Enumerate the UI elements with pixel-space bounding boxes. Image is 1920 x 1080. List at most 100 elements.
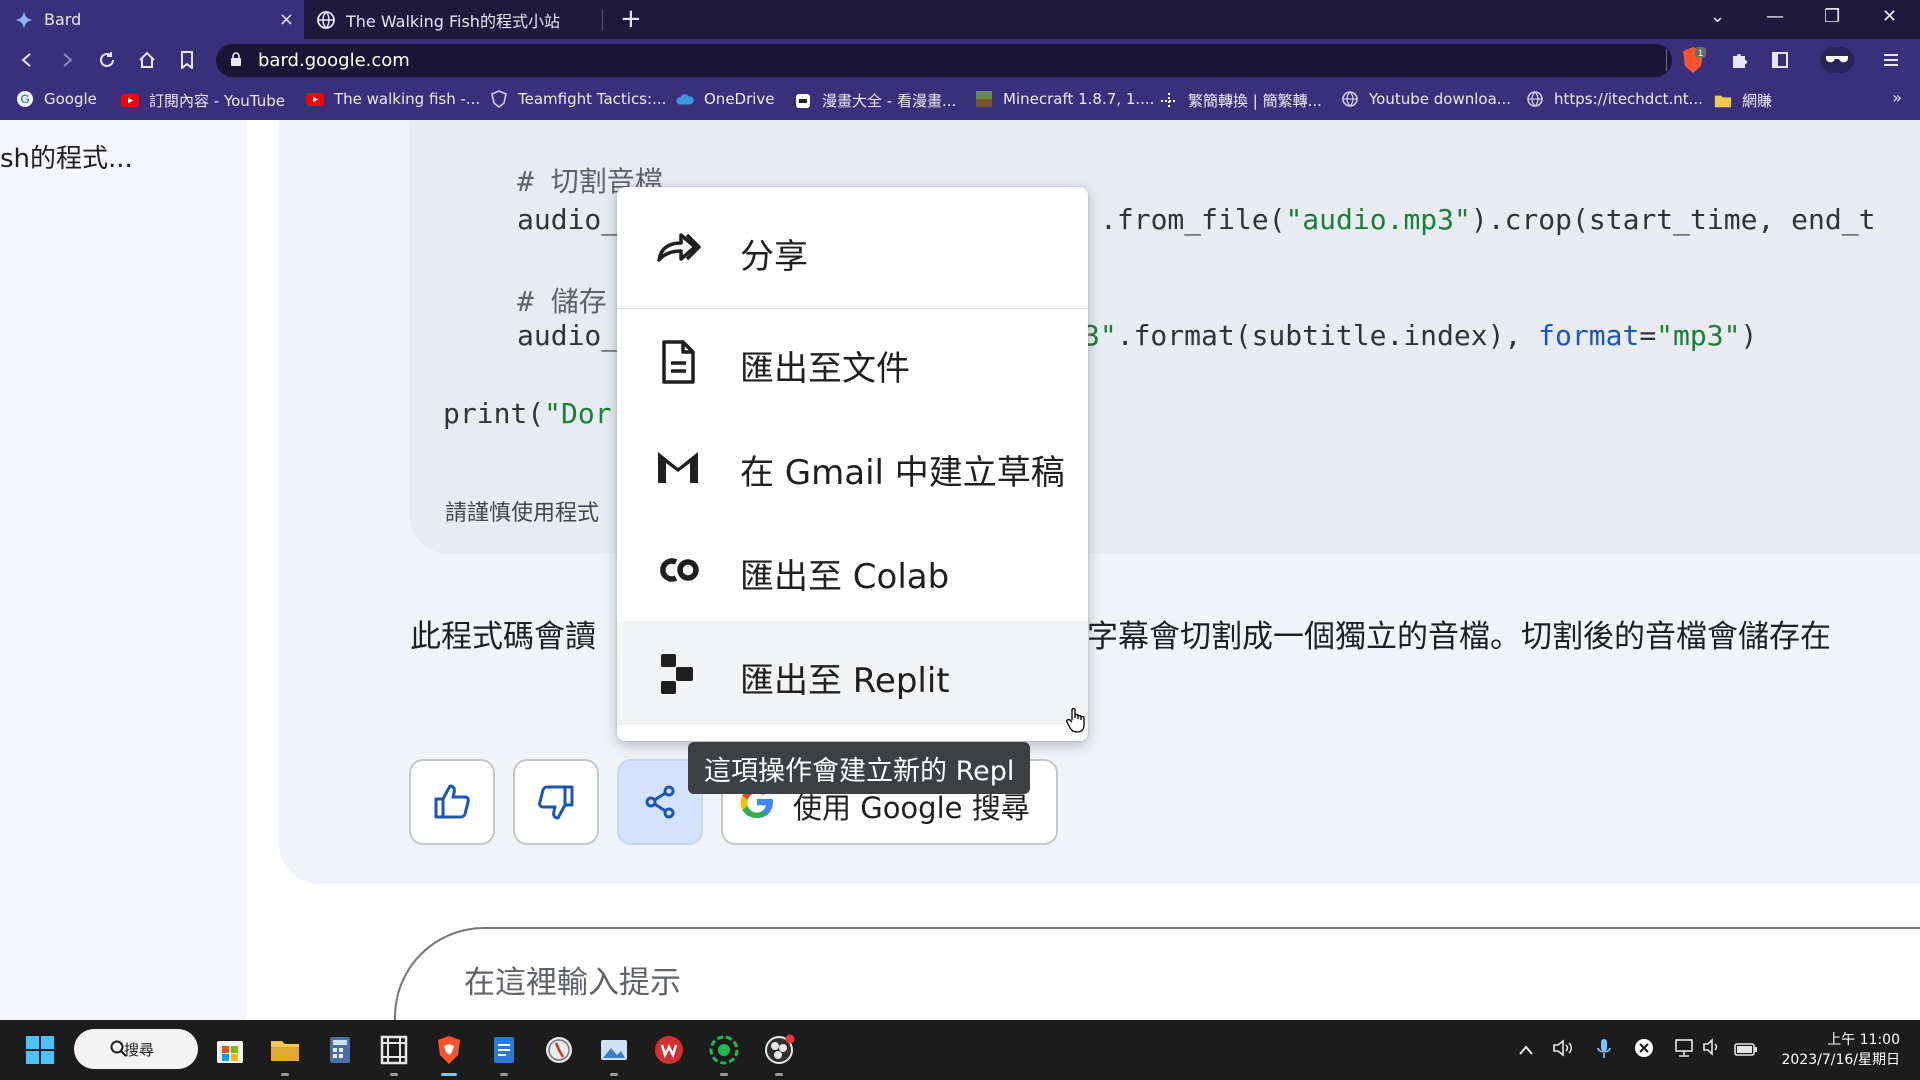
- code-token: .from_file(: [1100, 203, 1286, 236]
- microsoft-store-icon[interactable]: [214, 1034, 246, 1066]
- convert-icon: [1160, 92, 1178, 110]
- thumbs-down-icon: [538, 785, 574, 820]
- home-button[interactable]: [134, 47, 160, 73]
- running-indicator: [720, 1073, 728, 1076]
- wps-office-icon[interactable]: [653, 1034, 685, 1066]
- prompt-input[interactable]: [464, 965, 1464, 1001]
- menu-item-gmail-draft[interactable]: 在 Gmail 中建立草稿: [617, 413, 1088, 517]
- menu-item-label: 匯出至 Colab: [740, 557, 950, 597]
- bookmarks-bar: G Google 訂閱內容 - YouTube The walking fish…: [0, 82, 1920, 120]
- code-line: audio_: [517, 319, 619, 352]
- tray-close-circle-icon[interactable]: [1634, 1038, 1654, 1058]
- tab-separator: [602, 10, 603, 30]
- notepad-icon[interactable]: [488, 1034, 520, 1066]
- code-line: audio_: [517, 203, 619, 236]
- sidebar-toggle-button[interactable]: [1767, 47, 1793, 73]
- code-string: "audio.mp3": [1285, 203, 1471, 236]
- conversation-title[interactable]: sh的程式...: [0, 138, 133, 175]
- screen-recorder-icon[interactable]: [708, 1034, 740, 1066]
- replit-tooltip: 這項操作會建立新的 Repl: [688, 742, 1031, 794]
- compass-app-icon[interactable]: [543, 1034, 575, 1066]
- reload-icon: [100, 52, 114, 67]
- network-icon[interactable]: [1674, 1038, 1696, 1058]
- obs-studio-icon[interactable]: [763, 1034, 795, 1066]
- restore-button[interactable]: ❐: [1824, 6, 1840, 27]
- bookmark-convert[interactable]: 繁簡轉換 | 簡繁轉...: [1160, 90, 1322, 111]
- bookmark-onedrive[interactable]: OneDrive: [676, 90, 775, 108]
- youtube-icon: [306, 90, 324, 108]
- file-explorer-icon[interactable]: [269, 1034, 301, 1066]
- replit-icon: [661, 654, 693, 694]
- share-export-menu: 分享 匯出至文件 在 Gmail 中建立草稿 匯出至 Colab 匯出至 Rep…: [617, 187, 1088, 741]
- brave-shield-icon[interactable]: 1: [1680, 46, 1706, 74]
- reload-button[interactable]: [94, 47, 120, 73]
- globe-icon: [317, 10, 335, 29]
- extensions-button[interactable]: [1727, 47, 1753, 73]
- menu-item-export-replit[interactable]: 匯出至 Replit: [617, 621, 1088, 725]
- taskbar-search[interactable]: 搜尋: [74, 1029, 198, 1069]
- bookmark-label: Teamfight Tactics:...: [518, 90, 667, 108]
- microphone-icon[interactable]: [1596, 1038, 1612, 1060]
- bookmark-button[interactable]: [174, 47, 200, 73]
- back-arrow-icon: [21, 53, 31, 67]
- code-token: =: [1639, 319, 1657, 352]
- video-editor-icon[interactable]: [378, 1034, 410, 1066]
- bookmark-folder-earn[interactable]: 網賺: [1714, 90, 1772, 111]
- bookmark-teamfight-tactics[interactable]: Teamfight Tactics:...: [490, 90, 666, 108]
- tab-title: The Walking Fish的程式小站: [346, 11, 560, 31]
- google-icon: G: [16, 90, 34, 108]
- bookmark-walking-fish[interactable]: The walking fish -...: [306, 90, 480, 108]
- running-indicator: [775, 1073, 783, 1076]
- bookmark-itechdct[interactable]: https://itechdct.nt...: [1526, 90, 1703, 108]
- thumbs-up-icon: [434, 784, 470, 819]
- menu-item-share[interactable]: 分享: [617, 187, 1088, 307]
- code-line: print("Dor: [443, 397, 612, 430]
- bookmark-google[interactable]: G Google: [16, 90, 97, 108]
- speaker-icon[interactable]: [1552, 1038, 1574, 1058]
- code-token: ).crop(start_time, end_t: [1470, 203, 1876, 236]
- profile-button[interactable]: [1820, 47, 1854, 73]
- brave-browser-icon[interactable]: [433, 1034, 465, 1066]
- menu-item-export-colab[interactable]: 匯出至 Colab: [617, 517, 1088, 621]
- bookmark-label: The walking fish -...: [334, 90, 481, 108]
- bookmark-manga[interactable]: 漫畫大全 - 看漫畫...: [794, 90, 956, 111]
- tray-overflow-chevron-icon[interactable]: [1518, 1044, 1534, 1056]
- share-arrow-icon: [657, 233, 701, 262]
- conversation-sidebar: sh的程式...: [0, 120, 246, 1020]
- tab-bard[interactable]: Bard ×: [0, 0, 304, 39]
- bookmark-label: 訂閱內容 - YouTube: [149, 92, 285, 110]
- tab-search-dropdown-icon[interactable]: ⌄: [1710, 6, 1725, 27]
- taskbar-clock[interactable]: 上午 11:00 2023/7/16/星期日: [1781, 1030, 1900, 1070]
- close-window-button[interactable]: ✕: [1882, 6, 1897, 27]
- thumbs-up-button[interactable]: [409, 759, 495, 845]
- code-string: "Dor: [544, 397, 612, 430]
- new-tab-button[interactable]: +: [620, 4, 642, 34]
- bookmark-label: OneDrive: [704, 90, 775, 108]
- forward-button[interactable]: [54, 47, 80, 73]
- svg-text:G: G: [20, 92, 29, 106]
- calculator-icon[interactable]: [324, 1034, 356, 1066]
- running-indicator: [500, 1073, 508, 1076]
- minimize-button[interactable]: —: [1766, 6, 1784, 27]
- bookmark-youtube-download[interactable]: Youtube downloa...: [1341, 90, 1511, 108]
- image-viewer-icon[interactable]: [598, 1034, 630, 1066]
- tab-close-icon[interactable]: ×: [279, 9, 294, 30]
- tab-walking-fish[interactable]: The Walking Fish的程式小站: [304, 0, 604, 39]
- gmail-icon: [658, 452, 698, 483]
- menu-button[interactable]: [1878, 47, 1904, 73]
- bookmarks-overflow-icon[interactable]: »: [1892, 88, 1902, 107]
- bookmark-label: Minecraft 1.8.7, 1....: [1003, 90, 1155, 108]
- bookmark-label: Youtube downloa...: [1369, 90, 1512, 108]
- windows-start-icon[interactable]: [24, 1034, 56, 1066]
- bookmark-youtube-subscriptions[interactable]: 訂閱內容 - YouTube: [121, 90, 285, 111]
- battery-icon[interactable]: [1734, 1041, 1758, 1057]
- bookmark-minecraft[interactable]: Minecraft 1.8.7, 1....: [975, 90, 1154, 108]
- menu-item-export-docs[interactable]: 匯出至文件: [617, 309, 1088, 413]
- windows-taskbar: 搜尋 上午 11:00 2023/7/16/星期日: [0, 1020, 1920, 1080]
- back-button[interactable]: [14, 47, 40, 73]
- globe-icon: [1526, 90, 1544, 108]
- volume-icon[interactable]: [1702, 1038, 1722, 1056]
- address-bar[interactable]: bard.google.com: [216, 44, 1672, 77]
- thumbs-down-button[interactable]: [513, 759, 599, 845]
- menu-item-label: 匯出至 Replit: [740, 661, 950, 701]
